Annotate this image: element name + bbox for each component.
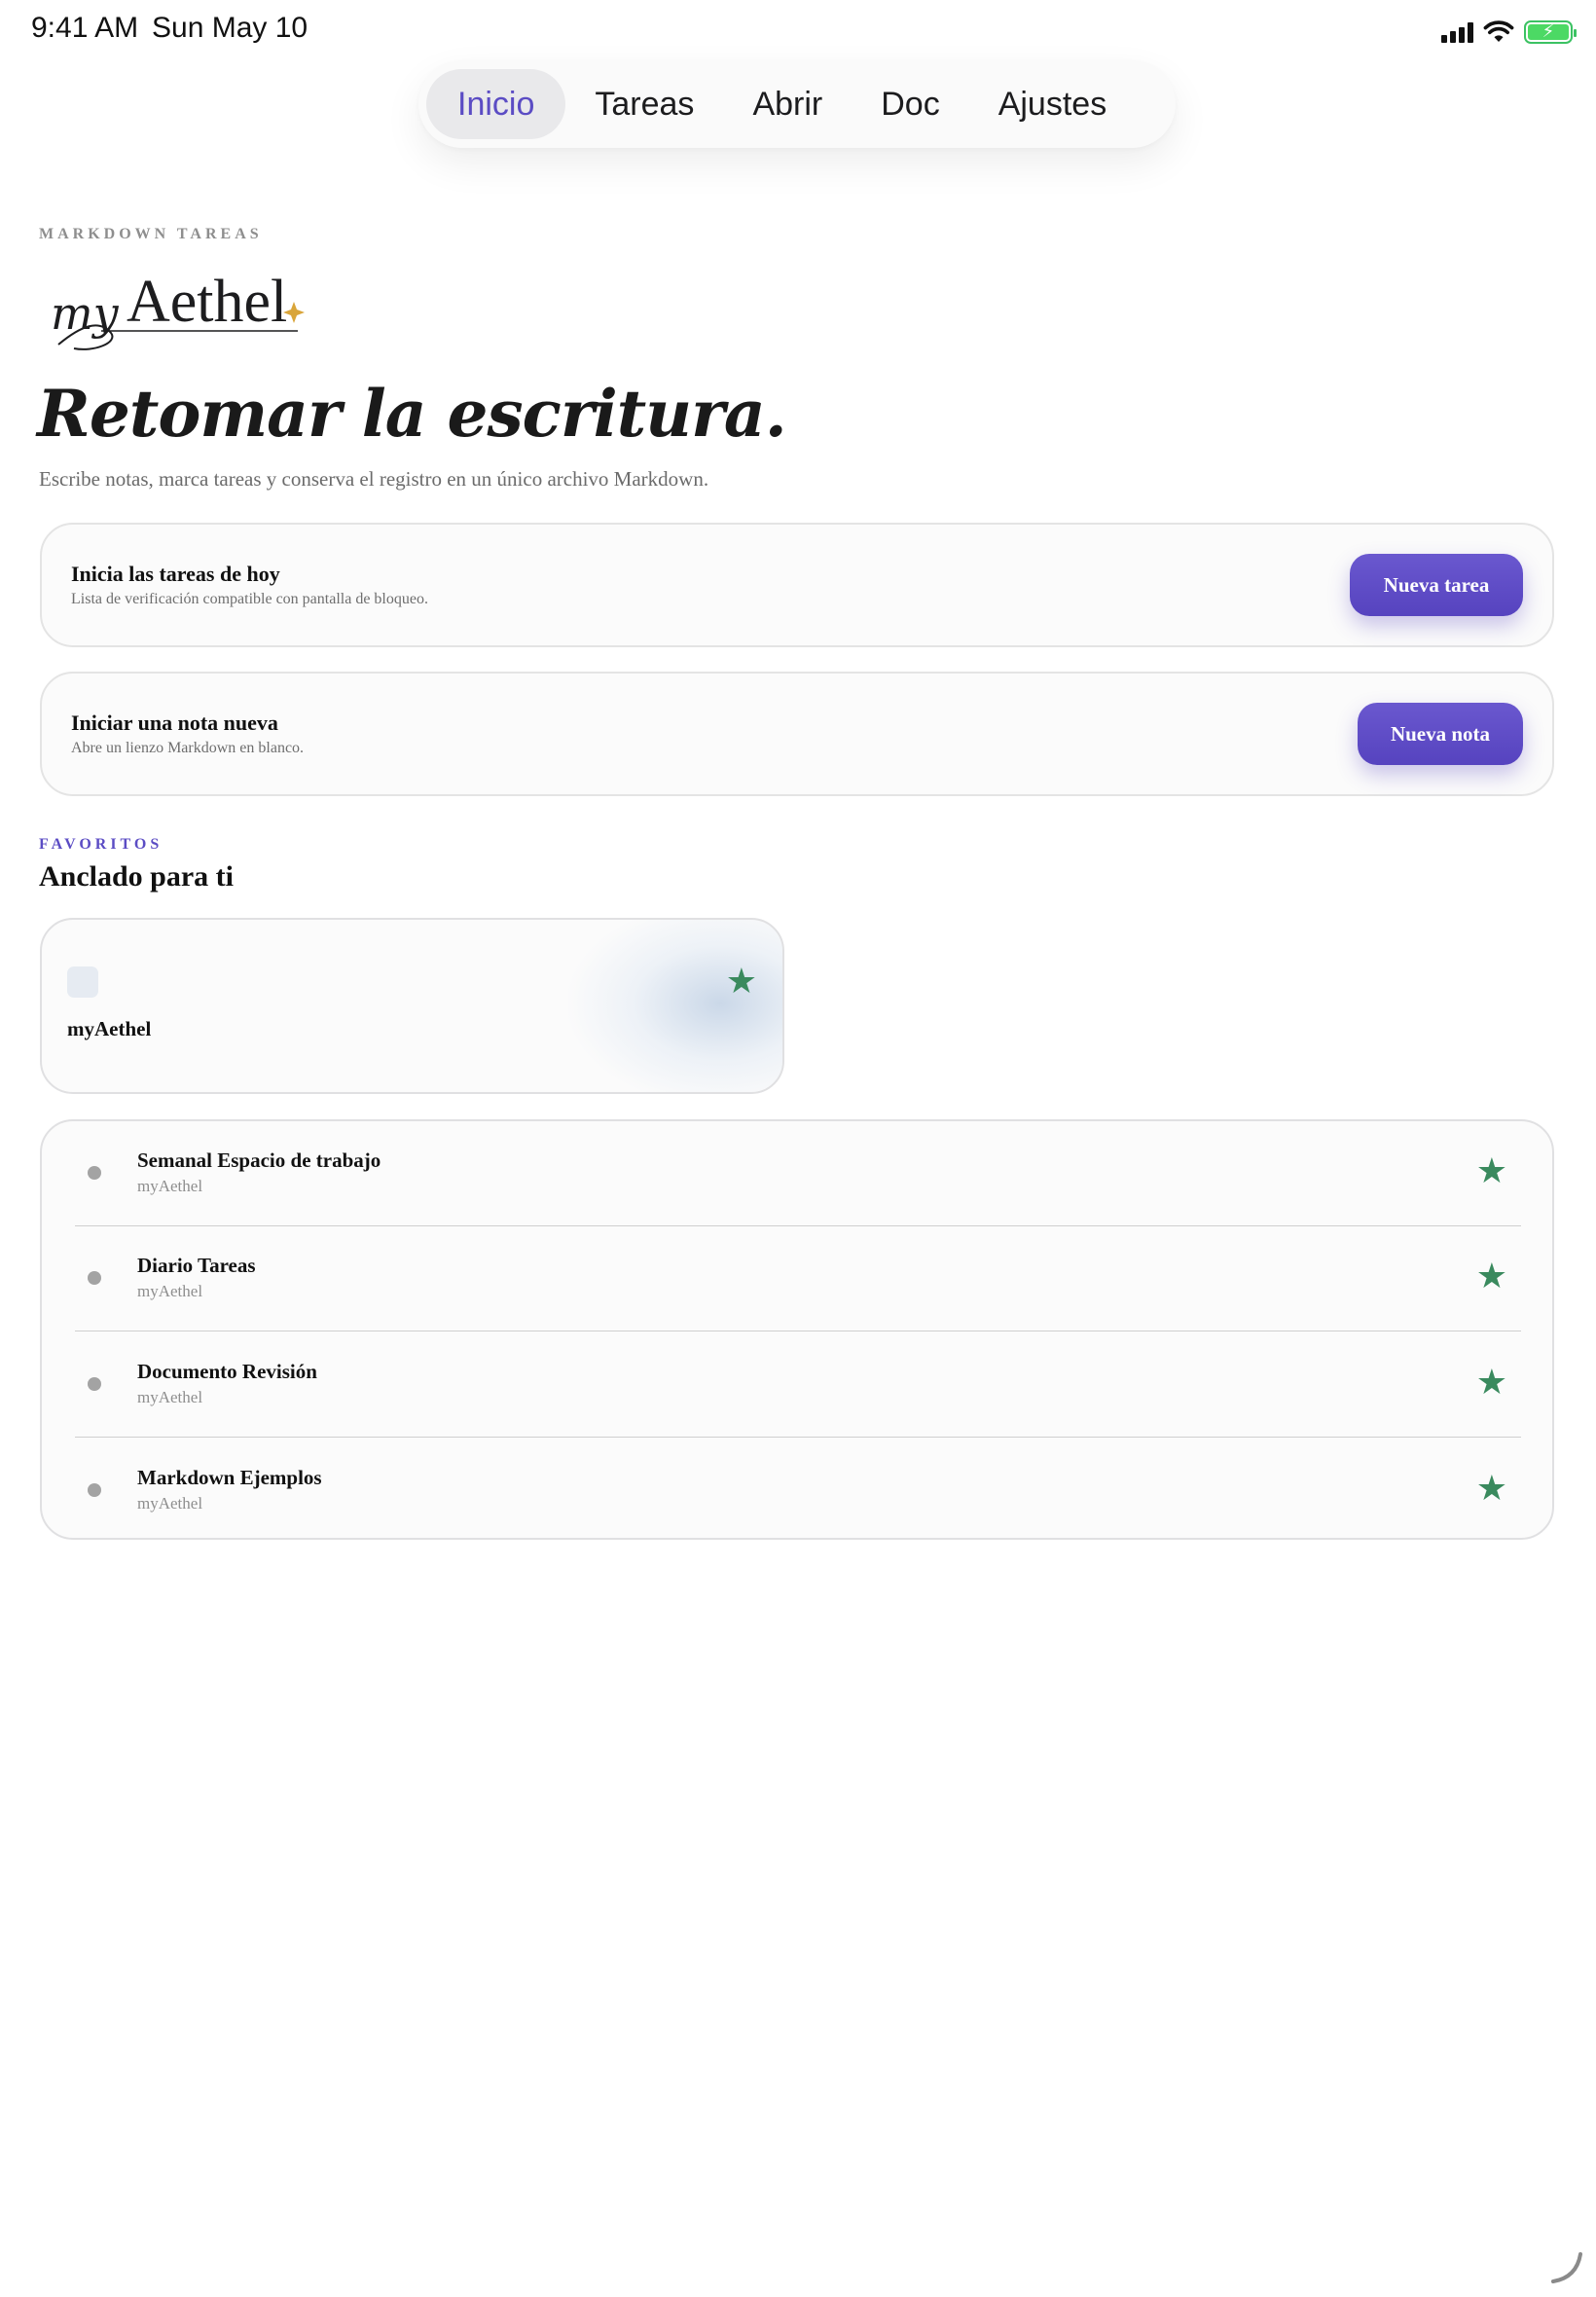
list-item[interactable]: Semanal Espacio de trabajo myAethel ★: [75, 1121, 1521, 1226]
tab-bar: Inicio Tareas Abrir Doc Ajustes: [418, 60, 1176, 148]
app-logo: my Aethel: [51, 269, 305, 350]
status-date: Sun May 10: [152, 12, 308, 44]
list-item-title: Markdown Ejemplos: [137, 1466, 322, 1489]
wifi-icon: [1483, 20, 1514, 42]
list-item[interactable]: Documento Revisión myAethel ★: [75, 1332, 1521, 1438]
new-note-button[interactable]: Nueva nota: [1358, 703, 1523, 765]
card-description: Abre un lienzo Markdown en blanco.: [71, 740, 305, 756]
list-item-title: Semanal Espacio de trabajo: [137, 1148, 381, 1172]
bullet-icon: [88, 1166, 101, 1180]
star-icon[interactable]: ★: [1476, 1472, 1507, 1507]
list-item-subtitle: myAethel: [137, 1282, 203, 1300]
list-item[interactable]: Markdown Ejemplos myAethel ★: [75, 1439, 1521, 1544]
document-thumbnail-icon: [67, 966, 98, 998]
list-item-subtitle: myAethel: [137, 1388, 203, 1406]
bullet-icon: [88, 1377, 101, 1391]
new-task-button[interactable]: Nueva tarea: [1350, 554, 1523, 616]
list-item-title: Documento Revisión: [137, 1360, 317, 1383]
card-glow: [568, 920, 782, 1092]
card-title: Iniciar una nota nueva: [71, 711, 278, 735]
list-item-subtitle: myAethel: [137, 1177, 203, 1195]
star-icon[interactable]: ★: [1476, 1366, 1507, 1401]
star-icon[interactable]: ★: [1476, 1259, 1507, 1294]
tab-abrir[interactable]: Abrir: [723, 69, 852, 139]
list-item[interactable]: Diario Tareas myAethel ★: [75, 1226, 1521, 1331]
list-item-subtitle: myAethel: [137, 1494, 203, 1513]
logo-text-aethel: Aethel: [127, 269, 287, 335]
favorites-eyebrow: FAVORITOS: [39, 836, 163, 853]
battery-charging-icon: ⚡: [1524, 20, 1577, 44]
cellular-signal-icon: [1441, 21, 1473, 43]
tab-tareas[interactable]: Tareas: [565, 69, 723, 139]
card-description: Lista de verificación compatible con pan…: [71, 591, 428, 607]
page-title: Retomar la escritura.: [37, 376, 787, 452]
status-time: 9:41 AM: [31, 12, 139, 44]
star-icon[interactable]: ★: [1476, 1154, 1507, 1189]
new-task-card: Inicia las tareas de hoy Lista de verifi…: [40, 523, 1554, 647]
card-title: Inicia las tareas de hoy: [71, 562, 280, 586]
list-item-title: Diario Tareas: [137, 1254, 256, 1277]
new-note-card: Iniciar una nota nueva Abre un lienzo Ma…: [40, 672, 1554, 796]
favorites-title: Anclado para ti: [39, 860, 235, 893]
tab-doc[interactable]: Doc: [852, 69, 968, 139]
bullet-icon: [88, 1271, 101, 1285]
tab-inicio[interactable]: Inicio: [426, 69, 566, 139]
pinned-name: myAethel: [67, 1017, 152, 1040]
tab-ajustes[interactable]: Ajustes: [969, 69, 1137, 139]
section-eyebrow: MARKDOWN TAREAS: [39, 226, 263, 242]
star-icon[interactable]: ★: [726, 965, 757, 1000]
status-bar: 9:41 AM Sun May 10 ⚡: [0, 0, 1596, 62]
favorites-list: Semanal Espacio de trabajo myAethel ★ Di…: [40, 1119, 1554, 1540]
status-icons: ⚡: [1441, 16, 1577, 49]
page-subtitle: Escribe notas, marca tareas y conserva e…: [39, 467, 709, 491]
pinned-card[interactable]: myAethel ★: [40, 918, 784, 1094]
resize-handle-icon[interactable]: [1547, 2248, 1586, 2287]
bullet-icon: [88, 1483, 101, 1497]
